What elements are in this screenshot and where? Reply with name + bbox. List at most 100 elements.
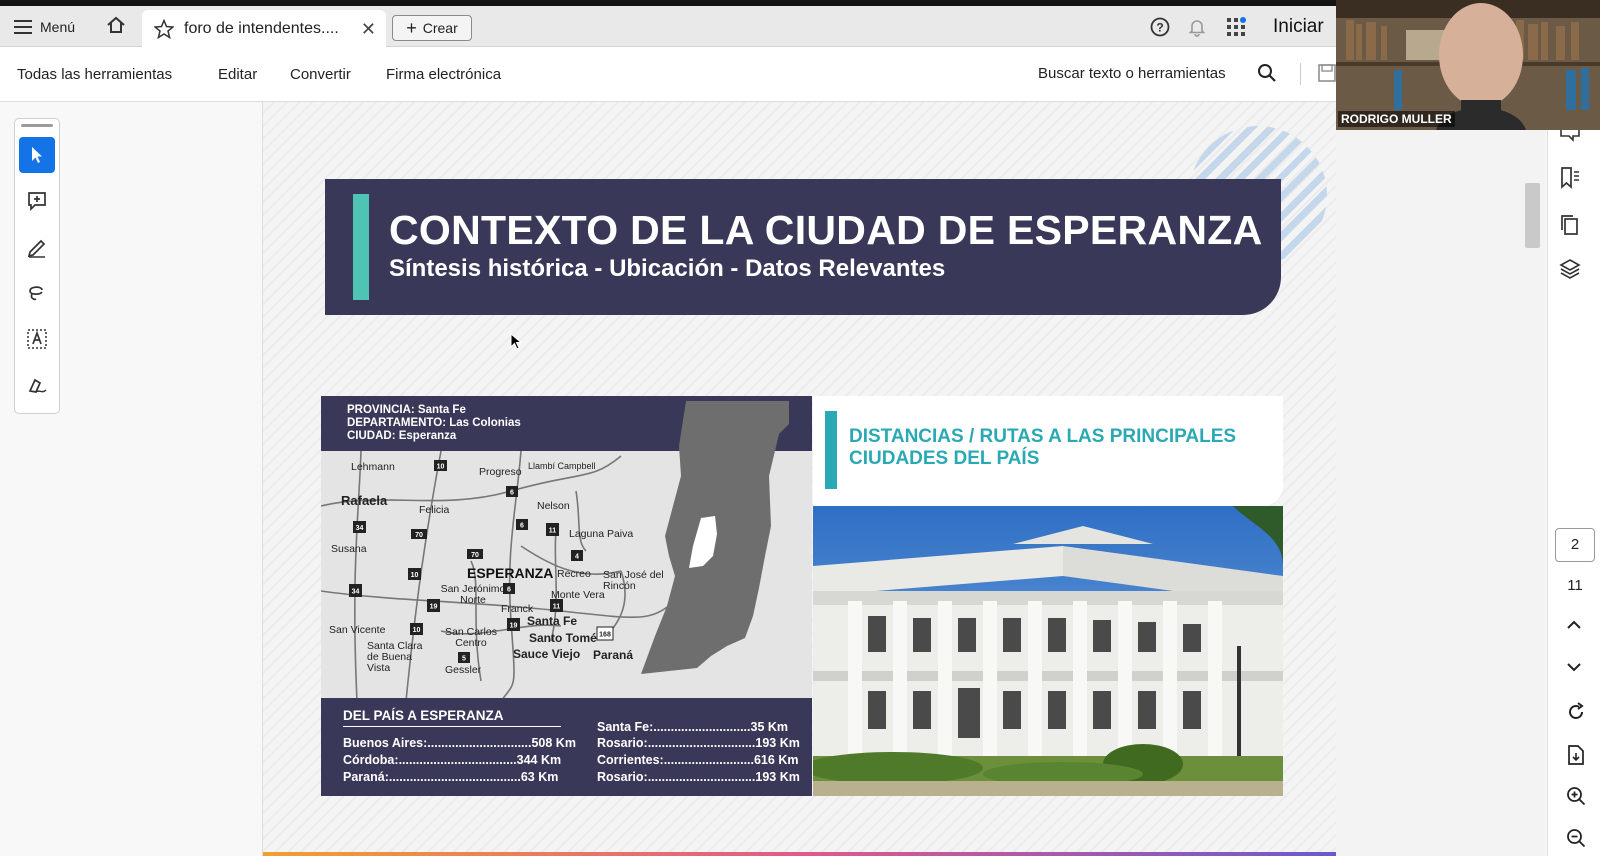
- bookmark-icon[interactable]: [1559, 166, 1581, 190]
- highlight-tool-button[interactable]: [19, 229, 55, 265]
- distance-row: Buenos Aires:...........................…: [343, 736, 576, 750]
- title-accent-bar: [353, 194, 369, 300]
- search-icon[interactable]: [1257, 63, 1277, 88]
- distance-km: 35 Km: [750, 720, 789, 734]
- menu-edit[interactable]: Editar: [218, 66, 257, 83]
- distance-city: Rosario:: [597, 736, 648, 750]
- distance-row: Rosario:............................... 1…: [597, 736, 800, 750]
- sign-tool-button[interactable]: [19, 367, 55, 403]
- distance-km: 616 Km: [753, 753, 799, 767]
- route-number: 6: [507, 587, 511, 594]
- distance-city: Santa Fe:: [597, 720, 654, 734]
- distances-heading: DEL PAÍS A ESPERANZA: [343, 708, 561, 727]
- pages-icon[interactable]: [1559, 213, 1581, 237]
- select-tool-button[interactable]: [19, 137, 55, 173]
- menu-convert[interactable]: Convertir: [290, 66, 351, 83]
- participant-name: RODRIGO MULLER: [1338, 111, 1455, 127]
- route-number: 34: [352, 589, 360, 596]
- slide-bottom-bar: [263, 852, 1336, 856]
- lasso-icon: [29, 286, 43, 301]
- tab-document[interactable]: foro de intendentes.... ✕: [142, 10, 386, 47]
- slide-subtitle: Síntesis histórica - Ubicación - Datos R…: [389, 255, 946, 282]
- route-number: 11: [553, 604, 561, 611]
- map-panel: PROVINCIA: Santa Fe DEPARTAMENTO: Las Co…: [321, 396, 812, 796]
- mouse-cursor-icon: [510, 333, 522, 350]
- province-silhouette: [641, 401, 789, 674]
- palette-grip[interactable]: [21, 124, 53, 127]
- distance-city: Rosario:: [597, 770, 648, 784]
- route-number: 6: [520, 523, 524, 530]
- menu-button[interactable]: Menú: [14, 14, 75, 40]
- route-number: 10: [437, 464, 445, 471]
- distance-city: Buenos Aires:: [343, 736, 428, 750]
- create-label: Crear: [422, 20, 458, 36]
- text-box-icon: [27, 329, 47, 349]
- distances-accent-bar: [825, 411, 837, 489]
- tab-bar: Menú foro de intendentes.... ✕ + Crear ? …: [0, 6, 1336, 47]
- search-tools-field[interactable]: Buscar texto o herramientas: [1038, 65, 1226, 82]
- department-label: DEPARTAMENTO: Las Colonias: [347, 417, 521, 429]
- route-number: 10: [411, 572, 419, 579]
- signin-link[interactable]: Iniciar: [1273, 16, 1324, 38]
- tab-title: foro de intendentes....: [184, 19, 339, 37]
- distance-city: Corrientes:: [597, 753, 664, 767]
- scrollbar-thumb[interactable]: [1525, 183, 1540, 248]
- hamburger-icon: [14, 20, 32, 34]
- add-comment-button[interactable]: [19, 183, 55, 219]
- text-tool-button[interactable]: [19, 321, 55, 357]
- layers-icon[interactable]: [1559, 258, 1581, 280]
- route-number: 70: [415, 532, 423, 539]
- distance-row: Paraná:.................................…: [343, 770, 559, 784]
- bell-icon[interactable]: [1187, 17, 1207, 37]
- route-number: 19: [510, 623, 518, 630]
- distances-title: DISTANCIAS / RUTAS A LAS PRINCIPALES CIU…: [849, 426, 1236, 470]
- help-icon[interactable]: ?: [1150, 17, 1170, 37]
- document-save-icon[interactable]: [1566, 744, 1586, 766]
- page-total: 11: [1567, 577, 1583, 594]
- route-number: 168: [599, 632, 611, 639]
- distances-panel: DEL PAÍS A ESPERANZA Buenos Aires:......…: [321, 698, 812, 796]
- document-viewer[interactable]: CONTEXTO DE LA CIUDAD DE ESPERANZA Sínte…: [262, 102, 1336, 856]
- star-icon[interactable]: [154, 18, 174, 39]
- plus-icon: +: [406, 17, 417, 38]
- distances-title-line: CIUDADES DEL PAÍS: [849, 448, 1040, 469]
- save-icon[interactable]: [1318, 64, 1336, 87]
- scroll-area: [1336, 130, 1546, 856]
- chevron-up-icon[interactable]: [1566, 620, 1582, 630]
- title-banner: CONTEXTO DE LA CIUDAD DE ESPERANZA Sínte…: [325, 179, 1281, 315]
- distance-km: 508 Km: [531, 736, 576, 750]
- zoom-in-icon[interactable]: [1566, 786, 1586, 806]
- slide-page: CONTEXTO DE LA CIUDAD DE ESPERANZA Sínte…: [263, 102, 1336, 856]
- distance-row: Corrientes:.......................... 616…: [597, 753, 799, 767]
- home-icon: [107, 16, 125, 33]
- create-button[interactable]: + Crear: [392, 15, 472, 41]
- apps-grid-icon[interactable]: [1226, 17, 1246, 37]
- distance-km: 193 Km: [755, 770, 800, 784]
- close-tab-icon[interactable]: ✕: [361, 19, 376, 40]
- menu-all-tools[interactable]: Todas las herramientas: [17, 66, 172, 83]
- city-hall-photo: [813, 506, 1283, 796]
- home-button[interactable]: [106, 15, 126, 35]
- draw-tool-button[interactable]: [19, 275, 55, 311]
- chevron-down-icon[interactable]: [1566, 662, 1582, 672]
- distance-row: Rosario:............................... 1…: [597, 770, 800, 784]
- route-number: 34: [356, 525, 364, 532]
- distances-title-box: DISTANCIAS / RUTAS A LAS PRINCIPALES CIU…: [813, 396, 1283, 506]
- cursor-arrow-icon: [32, 147, 42, 163]
- current-page-input[interactable]: 2: [1555, 528, 1595, 562]
- pen-icon: [27, 239, 46, 258]
- refresh-icon[interactable]: [1566, 702, 1586, 722]
- menu-label: Menú: [40, 19, 76, 35]
- distance-km: 193 Km: [755, 736, 800, 750]
- menu-e-signature[interactable]: Firma electrónica: [386, 66, 501, 83]
- route-number: 11: [549, 528, 557, 535]
- toolbar-divider: [1300, 63, 1301, 85]
- comments-icon[interactable]: [1559, 130, 1581, 142]
- distance-city: Córdoba:: [343, 753, 399, 767]
- distance-km: 344 Km: [516, 753, 562, 767]
- zoom-out-icon[interactable]: [1566, 828, 1586, 848]
- distances-title-line: DISTANCIAS / RUTAS A LAS PRINCIPALES: [849, 426, 1237, 447]
- province-label: PROVINCIA: Santa Fe: [347, 404, 466, 416]
- route-number: 70: [471, 552, 479, 559]
- webcam-overlay: RODRIGO MULLER: [1336, 0, 1600, 130]
